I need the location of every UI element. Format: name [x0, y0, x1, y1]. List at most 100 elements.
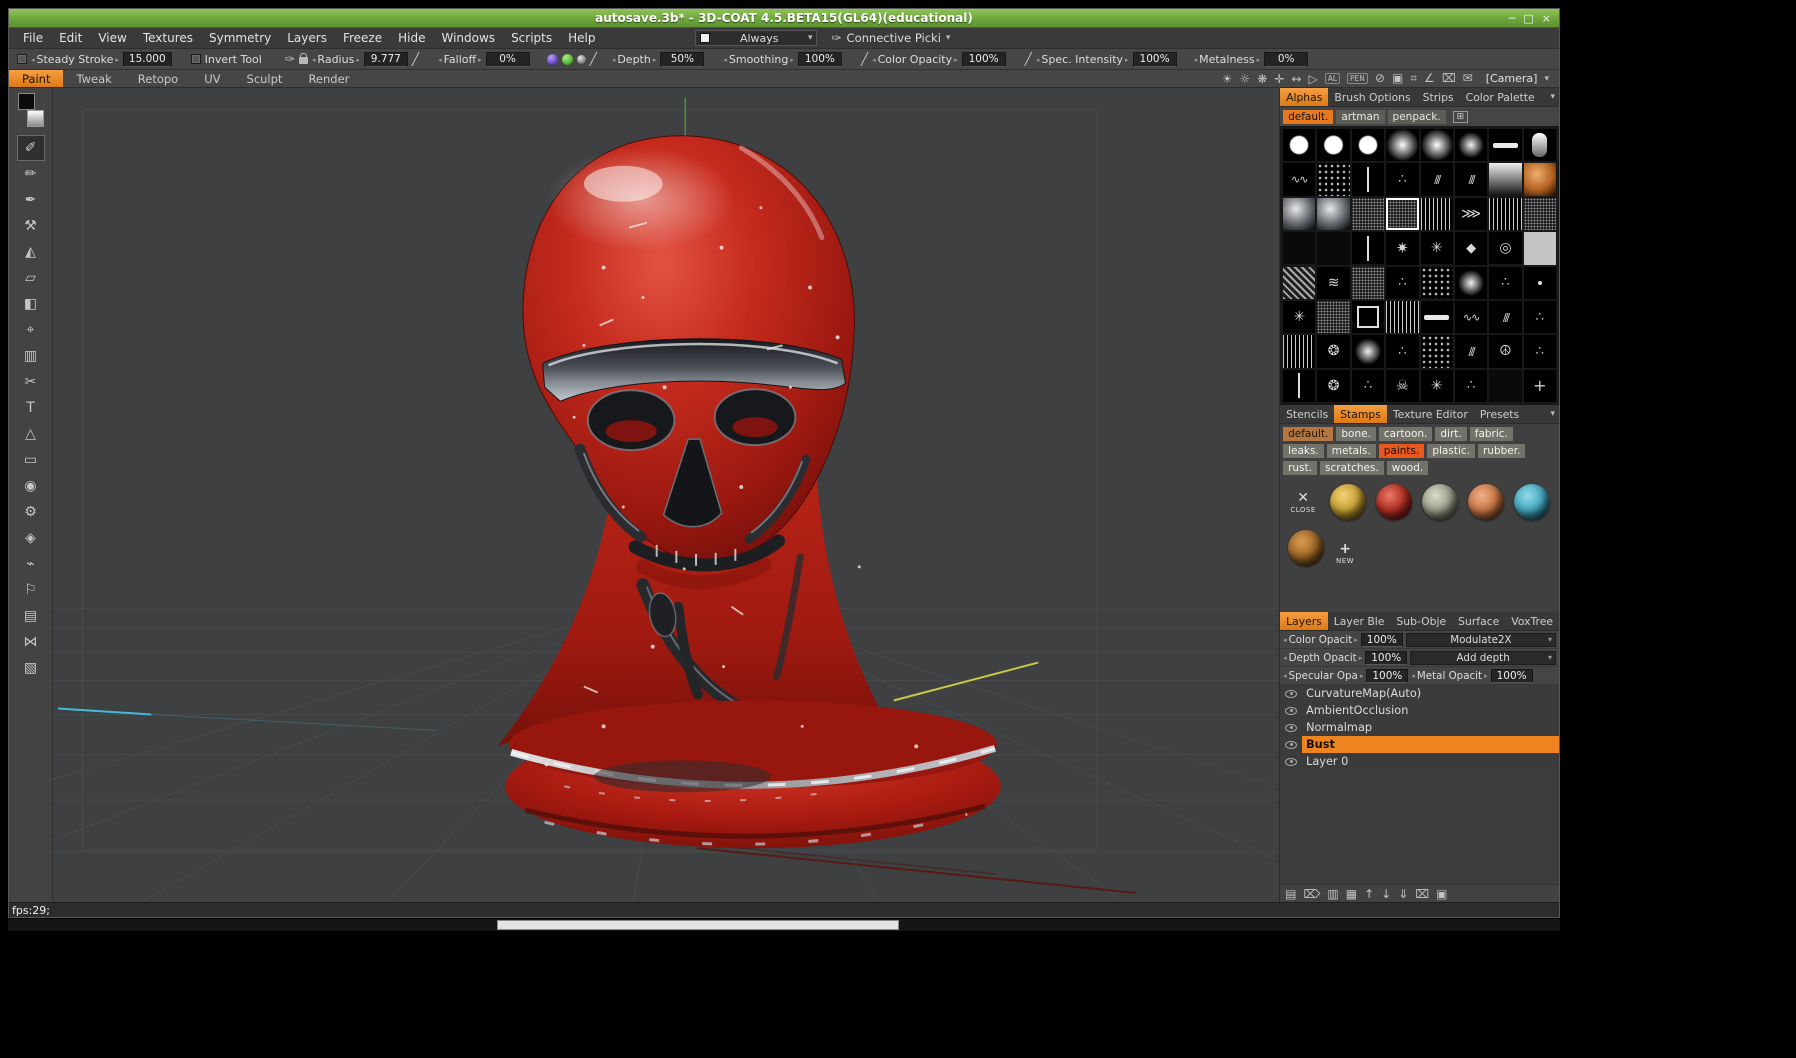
tool-button[interactable]: ⌁: [17, 551, 45, 577]
alpha-thumbnail[interactable]: [1420, 369, 1453, 402]
alpha-thumbnail[interactable]: [1523, 369, 1556, 402]
layer-specular-opacity-value[interactable]: 100%: [1366, 668, 1409, 683]
alpha-thumbnail[interactable]: [1283, 197, 1316, 231]
alpha-thumbnail[interactable]: [1351, 129, 1385, 162]
panel-tab[interactable]: Stencils: [1280, 405, 1334, 423]
layer-row[interactable]: Layer 0: [1280, 753, 1559, 770]
alpha-thumbnail[interactable]: [1283, 335, 1316, 368]
tool-button[interactable]: △: [17, 421, 45, 447]
panel-menu-icon[interactable]: ▾: [1550, 92, 1559, 102]
layer-op-icon[interactable]: ▤: [1285, 887, 1296, 901]
menu-item[interactable]: Hide: [390, 28, 433, 49]
layer-op-icon[interactable]: ▦: [1346, 887, 1357, 901]
viewport-icon[interactable]: ↔: [1291, 72, 1301, 86]
viewport-icon[interactable]: ⌗: [1410, 71, 1417, 86]
alpha-thumbnail[interactable]: [1283, 300, 1316, 334]
picker-dropdown[interactable]: ✑ Connective Picki ▾: [831, 31, 950, 45]
menu-item[interactable]: View: [90, 28, 134, 49]
layer-metal-opacity-value[interactable]: 100%: [1490, 668, 1533, 683]
tool-button[interactable]: ✏: [17, 161, 45, 187]
viewport-icon[interactable]: ✉: [1463, 71, 1473, 86]
visibility-toggle[interactable]: [1280, 723, 1302, 732]
alpha-thumbnail[interactable]: [1317, 129, 1350, 162]
stamp-category-chip[interactable]: metals.: [1326, 444, 1376, 458]
alpha-thumbnail[interactable]: [1283, 266, 1316, 299]
alpha-thumbnail[interactable]: [1489, 266, 1522, 299]
alpha-thumbnail[interactable]: [1454, 369, 1488, 402]
panel-menu-icon[interactable]: ▾: [1550, 409, 1559, 419]
layer-op-icon[interactable]: ▥: [1327, 887, 1338, 901]
depth-value[interactable]: 50%: [660, 51, 705, 67]
panel-tab[interactable]: Color Palette: [1460, 88, 1541, 106]
alpha-thumbnail[interactable]: [1317, 197, 1350, 231]
pen-pressure-icon[interactable]: ╱: [861, 52, 868, 66]
alpha-thumbnail[interactable]: [1523, 335, 1556, 368]
alpha-thumbnail[interactable]: [1454, 300, 1488, 334]
alpha-thumbnail[interactable]: [1523, 266, 1556, 299]
all-badge[interactable]: AL: [1324, 73, 1340, 84]
stamp-category-chip[interactable]: wood.: [1386, 461, 1429, 475]
alpha-thumbnail[interactable]: [1489, 129, 1522, 162]
tool-button[interactable]: ▭: [17, 447, 45, 473]
sphere-preview-icon[interactable]: [546, 53, 558, 65]
menu-item[interactable]: Scripts: [503, 28, 560, 49]
alpha-thumbnail[interactable]: [1420, 163, 1453, 196]
add-group-icon[interactable]: ⊞: [1452, 110, 1469, 123]
viewport-icon[interactable]: ☼: [1240, 72, 1251, 86]
material-swatch[interactable]: [1330, 484, 1367, 520]
layer-row[interactable]: Bust: [1280, 736, 1559, 753]
stamp-category-chip[interactable]: paints.: [1378, 444, 1425, 458]
viewport-icon[interactable]: ✛: [1274, 72, 1284, 86]
alpha-thumbnail[interactable]: [1454, 335, 1488, 368]
invert-tool-checkbox[interactable]: [190, 54, 201, 64]
titlebar[interactable]: autosave.3b* - 3D-COAT 4.5.BETA15(GL64)(…: [9, 9, 1559, 28]
sphere-preview-green-icon[interactable]: [561, 53, 573, 65]
material-swatch[interactable]: [1288, 530, 1325, 566]
color-opacity-value[interactable]: 100%: [961, 51, 1006, 67]
layer-name[interactable]: Normalmap: [1302, 719, 1559, 736]
tool-button[interactable]: ⚐: [17, 577, 45, 603]
alpha-thumbnail[interactable]: [1386, 232, 1419, 265]
room-tab[interactable]: Retopo: [125, 70, 191, 87]
room-tab[interactable]: Render: [295, 70, 362, 87]
room-tab[interactable]: Sculpt: [234, 70, 296, 87]
depth-mode-dropdown[interactable]: Add depth: [1410, 650, 1556, 665]
alpha-thumbnail[interactable]: [1386, 300, 1419, 334]
alpha-thumbnail[interactable]: [1351, 300, 1385, 334]
falloff-value[interactable]: 0%: [485, 51, 530, 67]
visibility-toggle[interactable]: [1280, 757, 1302, 766]
tool-button[interactable]: ⚒: [17, 213, 45, 239]
alpha-thumbnail[interactable]: [1386, 129, 1419, 162]
viewport-icon[interactable]: ⊘: [1375, 71, 1385, 86]
layer-op-icon[interactable]: ↑: [1364, 887, 1374, 901]
panel-tab[interactable]: Layers: [1280, 612, 1328, 630]
layer-color-opacity-value[interactable]: 100%: [1360, 632, 1403, 647]
layer-op-icon[interactable]: ▣: [1436, 887, 1447, 901]
metalness-value[interactable]: 0%: [1264, 51, 1309, 67]
secondary-color-swatch[interactable]: [17, 93, 35, 110]
viewport-icon[interactable]: ▣: [1392, 71, 1403, 86]
menu-item[interactable]: Textures: [135, 28, 201, 49]
alpha-thumbnail[interactable]: [1489, 197, 1522, 231]
alpha-thumbnail[interactable]: [1283, 232, 1316, 265]
material-swatch[interactable]: [1376, 484, 1413, 520]
room-tab[interactable]: Tweak: [63, 70, 124, 87]
tool-button[interactable]: ▥: [17, 343, 45, 369]
alpha-thumbnail[interactable]: [1454, 197, 1488, 231]
alpha-thumbnail[interactable]: [1489, 163, 1522, 196]
visibility-toggle[interactable]: [1280, 689, 1302, 698]
alpha-thumbnail[interactable]: [1523, 197, 1556, 231]
tool-button[interactable]: ◉: [17, 473, 45, 499]
minimize-icon[interactable]: ─: [1509, 9, 1516, 28]
room-tab[interactable]: Paint: [9, 70, 64, 87]
alpha-thumbnail[interactable]: [1386, 163, 1419, 196]
layer-name[interactable]: Bust: [1302, 736, 1559, 753]
tool-button[interactable]: ◭: [17, 239, 45, 265]
alpha-thumbnail[interactable]: [1454, 232, 1488, 265]
pen-badge[interactable]: PEN: [1347, 73, 1368, 84]
layer-op-icon[interactable]: ↓: [1381, 887, 1391, 901]
alpha-thumbnail[interactable]: [1523, 232, 1556, 265]
alpha-thumbnail[interactable]: [1386, 266, 1419, 299]
stamp-category-chip[interactable]: fabric.: [1469, 427, 1513, 441]
alpha-thumbnail[interactable]: [1420, 197, 1453, 231]
